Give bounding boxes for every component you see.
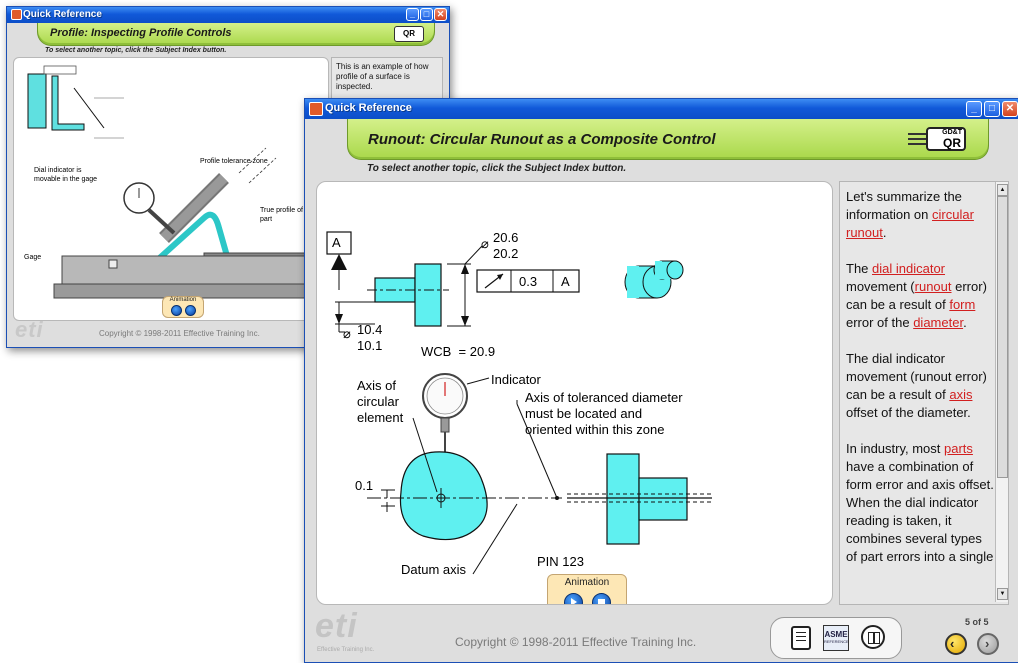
diagram-panel: A ⌀ 20.6 20.2 0.3 A ⌀ 10.4 10.1 WCB = 20… <box>316 181 833 605</box>
animation-label: Animation <box>564 577 610 588</box>
eti-logo-subtitle: Effective Training Inc. <box>317 647 375 653</box>
animation-control: Animation <box>547 574 627 604</box>
side-text-run: The <box>846 261 873 276</box>
fcf-datum-ref: A <box>561 274 570 289</box>
tol-axis-label-3: oriented within this zone <box>525 422 665 437</box>
side-paragraph: Let's summarize the information on circu… <box>846 188 994 242</box>
dim-top-upper: 20.6 <box>493 230 519 245</box>
diagram-label-true-profile: True profile of part <box>260 207 303 223</box>
asme-reference-icon[interactable]: ASME REFERENCE <box>823 625 849 651</box>
diameter-symbol: ⌀ <box>343 326 351 341</box>
side-paragraph: The dial indicator movement (runout erro… <box>846 350 994 422</box>
side-text-run: offset of the diameter. <box>846 405 971 420</box>
front-window: Quick Reference _ □ ✕ Runout: Circular R… <box>304 98 1018 663</box>
glossary-link[interactable]: diameter <box>913 315 963 330</box>
app-icon <box>309 102 323 116</box>
badge-bottom: QR <box>943 136 961 150</box>
tol-axis-label-2: must be located and <box>525 406 643 421</box>
maximize-button[interactable]: □ <box>984 101 1000 117</box>
subject-index-icon[interactable] <box>791 626 811 650</box>
wcb-label: WCB = 20.9 <box>421 344 496 359</box>
side-text: This is an example of how profile of a s… <box>336 62 429 91</box>
eti-logo: eti <box>15 317 44 342</box>
tol-axis-label-1: Axis of toleranced diameter <box>525 390 683 405</box>
side-paragraph: In industry, most parts have a combinati… <box>846 440 994 566</box>
side-text-body: Let's summarize the information on circu… <box>846 188 994 584</box>
axis-circular-label-1: Axis of <box>357 378 397 393</box>
dim-bottom-upper: 10.4 <box>357 322 383 337</box>
asme-label: ASME <box>824 630 848 639</box>
pin-label: PIN 123 <box>537 554 584 569</box>
diameter-symbol: ⌀ <box>481 236 489 251</box>
axis-circular-label-3: element <box>357 410 404 425</box>
play-button[interactable] <box>564 593 583 604</box>
side-text-panel: Let's summarize the information on circu… <box>839 181 1009 605</box>
diagram-label-dial-indicator: Dial indicator is movable in the gage <box>34 167 98 183</box>
animation-label: Animation <box>169 297 197 303</box>
dim-bottom-lower: 10.1 <box>357 338 383 353</box>
scroll-down-button[interactable]: ▼ <box>997 588 1008 600</box>
previous-page-button[interactable]: ‹ <box>945 633 967 655</box>
gdt-qr-badge-icon: GD&T QR <box>908 125 968 153</box>
dim-top-lower: 20.2 <box>493 246 519 261</box>
side-text-run: In industry, most <box>846 441 945 456</box>
diagram-label-tolerance-zone: Profile tolerance zone <box>200 158 268 165</box>
minimize-button[interactable]: _ <box>966 101 982 117</box>
side-text-run: movement ( <box>846 279 915 294</box>
front-header-banner: Runout: Circular Runout as a Composite C… <box>347 119 989 160</box>
glossary-link[interactable]: parts <box>944 441 973 456</box>
datum-axis-label: Datum axis <box>401 562 467 577</box>
play-button[interactable] <box>171 305 182 316</box>
asme-sub: REFERENCE <box>824 639 849 644</box>
back-titlebar[interactable]: Quick Reference _ □ ✕ <box>7 7 449 23</box>
stop-button[interactable] <box>185 305 196 316</box>
page-counter: 5 of 5 <box>965 617 989 627</box>
window-title: Quick Reference <box>325 102 412 114</box>
side-text-run: . <box>963 315 967 330</box>
side-text-run: error of the <box>846 315 914 330</box>
eti-logo: eti <box>315 607 358 645</box>
axis-circular-label-2: circular <box>357 394 399 409</box>
book-icon[interactable] <box>861 625 885 649</box>
next-page-button[interactable]: › <box>977 633 999 655</box>
glossary-link[interactable]: dial indicator <box>872 261 945 276</box>
app-icon <box>11 9 22 20</box>
offset-label: 0.1 <box>355 478 374 493</box>
chevron-right-icon: › <box>985 636 990 651</box>
subtitle: To select another topic, click the Subje… <box>45 47 227 54</box>
indicator-label: Indicator <box>491 372 541 387</box>
page-title: Profile: Inspecting Profile Controls <box>50 27 232 39</box>
close-button[interactable]: ✕ <box>1002 101 1018 117</box>
subtitle: To select another topic, click the Subje… <box>367 163 627 174</box>
glossary-link[interactable]: axis <box>949 387 972 402</box>
diagram-label-gage: Gage <box>24 254 42 261</box>
close-button[interactable]: ✕ <box>434 8 447 21</box>
copyright-text: Copyright © 1998-2011 Effective Training… <box>99 329 260 338</box>
window-title: Quick Reference <box>23 9 102 20</box>
back-animation-control: Animation <box>162 296 204 318</box>
glossary-link[interactable]: runout <box>915 279 952 294</box>
scrollbar[interactable]: ▲ ▼ <box>995 182 1008 602</box>
badge-top: GD&T <box>942 129 962 136</box>
back-diagram-panel: Dial indicator is movable in the gage Pr… <box>13 57 329 321</box>
scroll-thumb[interactable] <box>997 196 1008 478</box>
minimize-button[interactable]: _ <box>406 8 419 21</box>
gdt-qr-badge-icon: QR <box>394 26 424 42</box>
side-text-run: . <box>882 225 887 240</box>
page-title: Runout: Circular Runout as a Composite C… <box>368 131 716 148</box>
chevron-left-icon: ‹ <box>950 636 955 651</box>
side-text-run: have a combination of form error and axi… <box>846 459 994 564</box>
back-header-banner: Profile: Inspecting Profile Controls QR <box>37 23 435 46</box>
copyright-text: Copyright © 1998-2011 Effective Training… <box>455 635 697 649</box>
nav-tools-bar: ASME REFERENCE <box>770 617 902 659</box>
stop-button[interactable] <box>592 593 611 604</box>
maximize-button[interactable]: □ <box>420 8 433 21</box>
front-titlebar[interactable]: Quick Reference _ □ ✕ <box>305 99 1018 119</box>
scroll-up-button[interactable]: ▲ <box>997 184 1008 196</box>
side-paragraph: The dial indicator movement (runout erro… <box>846 260 994 332</box>
fcf-tolerance-value: 0.3 <box>519 274 538 289</box>
profile-inspection-diagram <box>27 65 328 299</box>
datum-label: A <box>332 235 341 250</box>
glossary-link[interactable]: form <box>949 297 975 312</box>
